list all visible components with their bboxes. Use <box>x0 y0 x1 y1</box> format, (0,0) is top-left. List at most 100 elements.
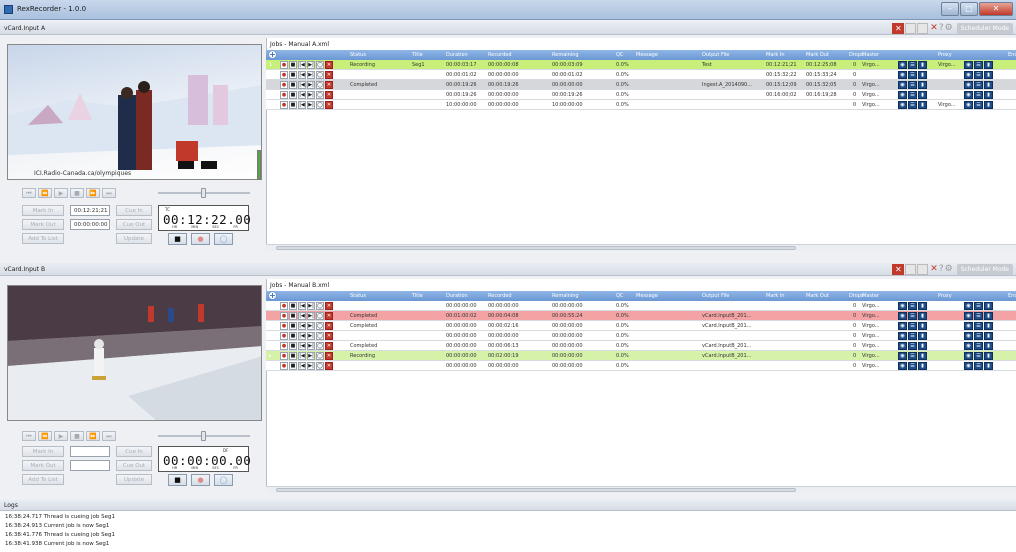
preview-eye-icon[interactable]: ◉ <box>964 91 973 99</box>
job-row[interactable]: ● ■ |◀ ▶| ◯ ✕ Completed 00:00:19:26 00:00:19:26 0… <box>266 80 1016 90</box>
preview-eye-icon[interactable]: ◉ <box>964 312 973 320</box>
cue-end-icon[interactable]: ▶| <box>307 312 315 320</box>
last-frame-button[interactable]: ⏭ <box>102 188 116 198</box>
preview-eye-icon[interactable]: ◉ <box>898 302 907 310</box>
fast-forward-button[interactable]: ⏩ <box>86 431 100 441</box>
preview-eye-icon[interactable]: ◉ <box>898 61 907 69</box>
mark-in-button[interactable]: Mark In <box>22 446 64 457</box>
stop-icon[interactable]: ■ <box>289 352 297 360</box>
list-icon[interactable]: ☰ <box>974 91 983 99</box>
column-header-title[interactable]: Title <box>412 293 423 299</box>
loop-icon[interactable]: ◯ <box>316 322 324 330</box>
mark-out-button[interactable]: Mark Out <box>22 219 64 230</box>
settings-gear-icon[interactable]: ⚙ <box>945 23 953 34</box>
list-icon[interactable]: ☰ <box>908 71 917 79</box>
list-icon[interactable]: ☰ <box>974 362 983 370</box>
list-icon[interactable]: ☰ <box>974 71 983 79</box>
folder-icon[interactable]: ▮ <box>918 332 927 340</box>
scheduler-mode-button[interactable]: Scheduler Mode <box>956 23 1013 34</box>
column-header-remaining[interactable]: Remaining <box>552 293 579 299</box>
delete-icon[interactable]: ✕ <box>325 91 333 99</box>
list-icon[interactable]: ☰ <box>908 91 917 99</box>
layout-toggle-button[interactable] <box>905 23 917 34</box>
preview-eye-icon[interactable]: ◉ <box>964 61 973 69</box>
job-row[interactable]: 1 ● ■ |◀ ▶| ◯ ✕ Recording Seg1 00:00:03:17 00:00:0… <box>266 60 1016 70</box>
preview-eye-icon[interactable]: ◉ <box>898 352 907 360</box>
preview-eye-icon[interactable]: ◉ <box>964 81 973 89</box>
preview-eye-icon[interactable]: ◉ <box>964 352 973 360</box>
folder-icon[interactable]: ▮ <box>984 81 993 89</box>
cue-start-icon[interactable]: |◀ <box>298 302 306 310</box>
preview-eye-icon[interactable]: ◉ <box>898 312 907 320</box>
folder-icon[interactable]: ▮ <box>918 302 927 310</box>
column-header-duration[interactable]: Duration <box>446 293 468 299</box>
job-row[interactable]: ● ■ |◀ ▶| ◯ ✕ Completed 00:00:00:00 00:00:06:13 0… <box>266 341 1016 351</box>
column-header-qc[interactable]: QC <box>616 52 623 58</box>
add-to-list-button[interactable]: Add To List <box>22 233 64 244</box>
folder-icon[interactable]: ▮ <box>984 71 993 79</box>
folder-icon[interactable]: ▮ <box>984 352 993 360</box>
list-icon[interactable]: ☰ <box>908 362 917 370</box>
job-row[interactable]: ● ■ |◀ ▶| ◯ ✕ 00:00:19:26 00:00:00:00 00:00:19:2… <box>266 90 1016 100</box>
clear-button[interactable]: ✕ <box>930 264 938 275</box>
add-job-button[interactable]: + <box>268 291 277 300</box>
preview-eye-icon[interactable]: ◉ <box>898 81 907 89</box>
job-row[interactable]: ● ■ |◀ ▶| ◯ ✕ 10:00:00:00 00:00:00:00 10:00:00:0… <box>266 100 1016 110</box>
cue-start-icon[interactable]: |◀ <box>298 362 306 370</box>
column-header-status[interactable]: Status <box>350 293 366 299</box>
fast-forward-button[interactable]: ⏩ <box>86 188 100 198</box>
mark-out-button[interactable]: Mark Out <box>22 460 64 471</box>
stop-icon[interactable]: ■ <box>289 332 297 340</box>
column-header-proxy[interactable]: Proxy <box>938 293 952 299</box>
list-icon[interactable]: ☰ <box>974 81 983 89</box>
cue-end-icon[interactable]: ▶| <box>307 91 315 99</box>
preview-eye-icon[interactable]: ◉ <box>964 342 973 350</box>
maximize-button[interactable]: □ <box>960 2 978 16</box>
stop-icon[interactable]: ■ <box>289 322 297 330</box>
loop-icon[interactable]: ◯ <box>316 61 324 69</box>
column-header-message[interactable]: Message <box>636 293 658 299</box>
folder-icon[interactable]: ▮ <box>918 362 927 370</box>
folder-icon[interactable]: ▮ <box>984 302 993 310</box>
record-icon[interactable]: ● <box>280 61 288 69</box>
mark-in-button[interactable]: Mark In <box>22 205 64 216</box>
loop-icon[interactable]: ◯ <box>316 81 324 89</box>
cue-start-icon[interactable]: |◀ <box>298 81 306 89</box>
delete-icon[interactable]: ✕ <box>325 61 333 69</box>
list-icon[interactable]: ☰ <box>908 81 917 89</box>
cue-end-icon[interactable]: ▶| <box>307 352 315 360</box>
column-header-enc[interactable]: Enc <box>1008 293 1016 299</box>
add-to-list-button[interactable]: Add To List <box>22 474 64 485</box>
rewind-button[interactable]: ⏪ <box>38 431 52 441</box>
loop-icon[interactable]: ◯ <box>316 312 324 320</box>
list-icon[interactable]: ☰ <box>908 61 917 69</box>
delete-icon[interactable]: ✕ <box>325 332 333 340</box>
layout-toggle-button[interactable] <box>905 264 917 275</box>
column-header-mark-in[interactable]: Mark In <box>766 52 785 58</box>
stop-icon[interactable]: ■ <box>289 71 297 79</box>
list-icon[interactable]: ☰ <box>974 352 983 360</box>
record-button[interactable]: ● <box>191 233 210 245</box>
cue-end-icon[interactable]: ▶| <box>307 322 315 330</box>
play-button[interactable]: ▶ <box>54 188 68 198</box>
column-header-title[interactable]: Title <box>412 52 423 58</box>
list-icon[interactable]: ☰ <box>908 302 917 310</box>
loop-icon[interactable]: ◯ <box>316 101 324 109</box>
delete-icon[interactable]: ✕ <box>325 81 333 89</box>
preview-eye-icon[interactable]: ◉ <box>898 101 907 109</box>
rewind-button[interactable]: ⏪ <box>38 188 52 198</box>
help-icon[interactable]: ? <box>939 23 944 34</box>
cue-button[interactable]: ◯ <box>214 233 233 245</box>
cue-end-icon[interactable]: ▶| <box>307 332 315 340</box>
column-header-duration[interactable]: Duration <box>446 52 468 58</box>
panel-b-horizontal-scrollbar[interactable] <box>266 486 1016 493</box>
list-icon[interactable]: ☰ <box>974 101 983 109</box>
cue-end-icon[interactable]: ▶| <box>307 342 315 350</box>
loop-icon[interactable]: ◯ <box>316 352 324 360</box>
folder-icon[interactable]: ▮ <box>918 91 927 99</box>
record-icon[interactable]: ● <box>280 342 288 350</box>
job-row[interactable]: ● ■ |◀ ▶| ◯ ✕ 00:00:00:00 00:00:00:00 00:00:00:0… <box>266 301 1016 311</box>
column-header-mark-out[interactable]: Mark Out <box>806 52 829 58</box>
list-icon[interactable]: ☰ <box>908 101 917 109</box>
column-header-output[interactable]: Output File <box>702 52 729 58</box>
